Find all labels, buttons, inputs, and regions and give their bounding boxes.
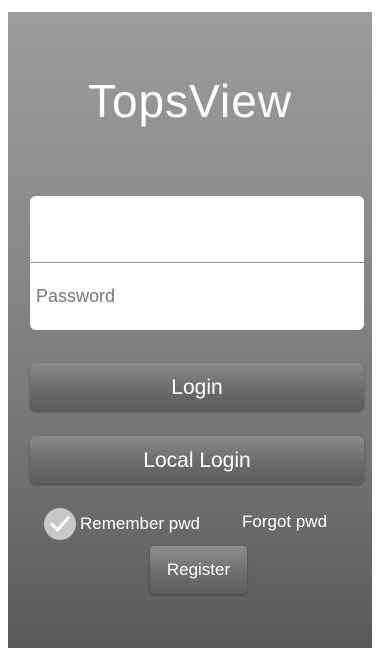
- app-title: TopsView: [87, 75, 293, 127]
- login-screen: TopsView Login Local Login Remember pwd …: [8, 12, 372, 648]
- remember-checkbox[interactable]: [44, 508, 76, 540]
- password-field[interactable]: [30, 263, 364, 330]
- register-button[interactable]: Register: [150, 546, 247, 594]
- remember-label[interactable]: Remember pwd: [80, 514, 200, 534]
- remember-row: Remember pwd: [44, 507, 200, 541]
- checkmark-icon: [50, 516, 70, 532]
- login-button[interactable]: Login: [30, 363, 364, 411]
- login-form: [30, 196, 364, 330]
- username-field[interactable]: [30, 196, 364, 262]
- forgot-password-link[interactable]: Forgot pwd: [242, 512, 327, 532]
- local-login-button[interactable]: Local Login: [30, 436, 364, 484]
